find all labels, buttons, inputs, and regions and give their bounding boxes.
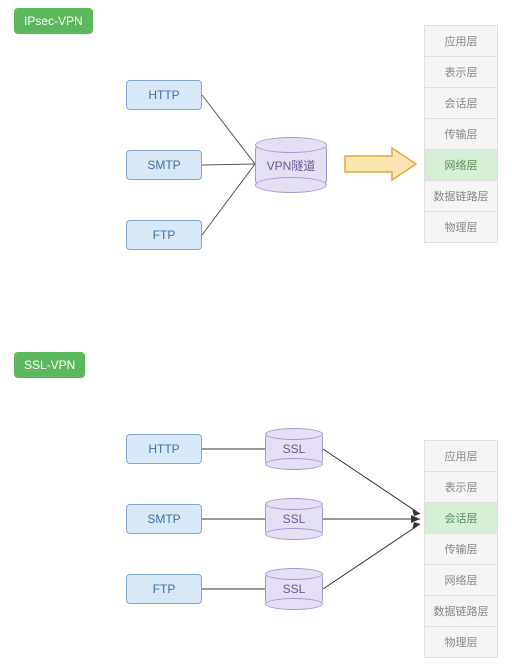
osi-layer: 会话层 [425, 88, 497, 119]
ssl-cyl-2: SSL [265, 503, 323, 535]
ssl-cyl-3: SSL [265, 573, 323, 605]
osi-layer: 传输层 [425, 119, 497, 150]
osi-layer: 物理层 [425, 212, 497, 242]
osi-layer: 应用层 [425, 26, 497, 57]
osi-layer: 数据链路层 [425, 181, 497, 212]
vpn-tunnel: VPN隧道 [255, 144, 327, 186]
osi-layer: 网络层 [425, 150, 497, 181]
proto-http-1: HTTP [126, 80, 202, 110]
osi-layer: 表示层 [425, 57, 497, 88]
osi-layer: 传输层 [425, 534, 497, 565]
badge-ipsec: IPsec-VPN [14, 8, 93, 34]
badge-ssl: SSL-VPN [14, 352, 85, 378]
osi-layer: 会话层 [425, 503, 497, 534]
proto-http-2: HTTP [126, 434, 202, 464]
osi-stack-ssl: 应用层表示层会话层传输层网络层数据链路层物理层 [424, 440, 498, 658]
osi-layer: 网络层 [425, 565, 497, 596]
osi-layer: 数据链路层 [425, 596, 497, 627]
osi-layer: 物理层 [425, 627, 497, 657]
proto-smtp-1: SMTP [126, 150, 202, 180]
diagram-root: IPsec-VPN HTTP SMTP FTP VPN隧道 应用层表示层会话层 [0, 0, 512, 669]
proto-ftp-1: FTP [126, 220, 202, 250]
proto-ftp-2: FTP [126, 574, 202, 604]
osi-layer: 表示层 [425, 472, 497, 503]
osi-layer: 应用层 [425, 441, 497, 472]
proto-smtp-2: SMTP [126, 504, 202, 534]
osi-stack-ipsec: 应用层表示层会话层传输层网络层数据链路层物理层 [424, 25, 498, 243]
arrow-icon [345, 148, 416, 180]
ssl-cyl-1: SSL [265, 433, 323, 465]
